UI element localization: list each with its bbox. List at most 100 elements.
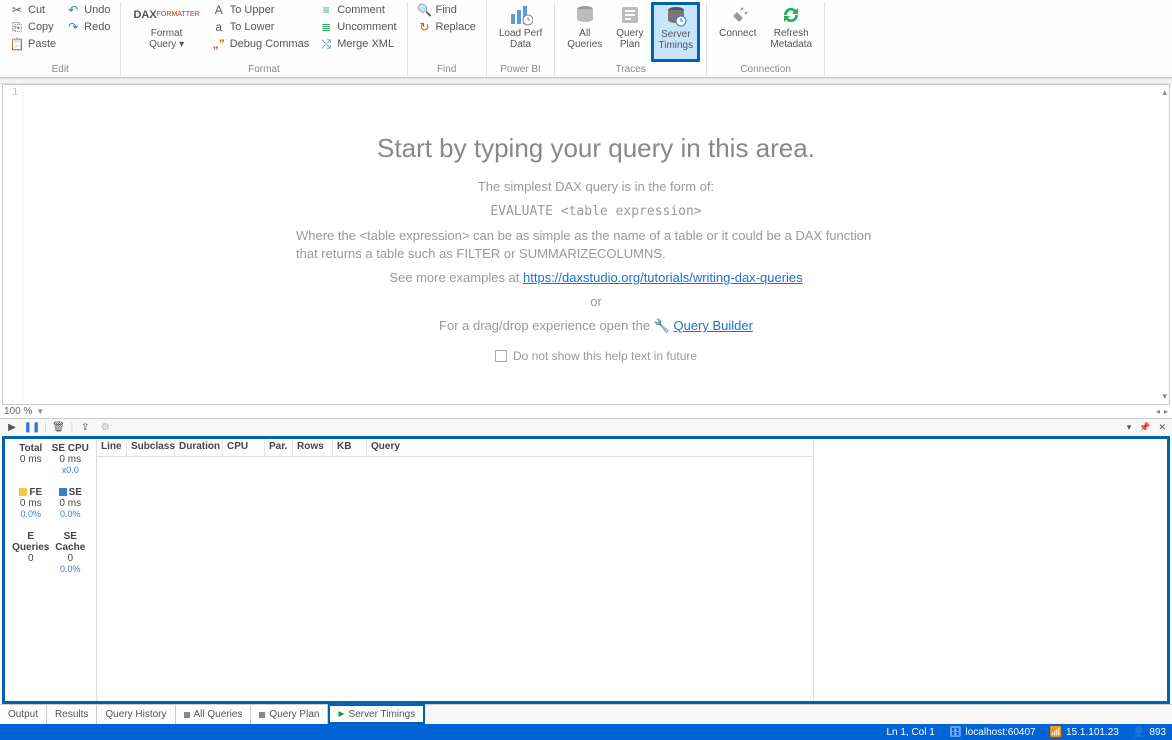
pause-indicator-icon [259,712,265,718]
group-label: Find [414,62,480,75]
tab-results[interactable]: Results [47,705,97,724]
query-editor[interactable]: ▴ Start by typing your query in this are… [23,85,1169,404]
refresh-icon [780,4,802,26]
replace-button[interactable]: ↻Replace [414,19,480,36]
fe-swatch [19,488,27,496]
zoom-bar: 100 % ▼ ◂ ▸ [0,405,1172,418]
tutorial-link[interactable]: https://daxstudio.org/tutorials/writing-… [523,270,803,285]
col-line[interactable]: Line [97,439,127,456]
cut-button[interactable]: ✂Cut [6,2,60,19]
panel-dropdown-icon[interactable]: ▾ [1125,422,1134,433]
ribbon-group-connection: Connect RefreshMetadata Connection [707,2,825,77]
metric-se: SE 0 ms 0.0% [51,487,91,519]
metric-fe: FE 0 ms 0.0% [11,487,51,519]
comment-button[interactable]: ≡Comment [315,2,400,19]
load-perf-data-button[interactable]: Load PerfData [493,2,548,62]
copy-icon: ⎘ [10,21,24,35]
find-icon: 🔍 [418,4,432,18]
ribbon-group-traces: AllQueries QueryPlan ServerTimings Trace… [555,2,707,77]
ribbon-group-find: 🔍Find ↻Replace Find [408,2,487,77]
col-kb[interactable]: KB [333,439,367,456]
copy-button[interactable]: ⎘Copy [6,19,60,36]
group-label: Edit [6,62,114,75]
undo-icon: ↶ [66,4,80,18]
tab-query-plan[interactable]: Query Plan [251,705,328,724]
app-root: ✂Cut ⎘Copy 📋Paste ↶Undo ↷Redo Edit DAXFO… [0,0,1172,740]
detail-pane [814,439,1167,701]
h-scroll-right[interactable]: ▸ [1164,407,1168,416]
scroll-up-arrow[interactable]: ▴ [1162,87,1167,98]
letter-a-lower-icon: a [212,21,226,35]
col-par[interactable]: Par. [265,439,293,456]
pause-indicator-icon [184,712,190,718]
status-cursor-position: Ln 1, Col 1 [886,727,934,738]
col-subclass[interactable]: Subclass [127,439,175,456]
refresh-metadata-button[interactable]: RefreshMetadata [764,2,818,62]
server-timings-panel: Total 0 ms SE CPU 0 ms x0.0 FE 0 ms 0.0%… [2,436,1170,704]
zoom-dropdown-arrow[interactable]: ▼ [36,407,44,416]
paste-button[interactable]: 📋Paste [6,36,60,53]
col-cpu[interactable]: CPU [223,439,265,456]
editor-placeholder: Start by typing your query in this area.… [296,125,896,404]
scroll-down-arrow[interactable]: ▾ [1162,391,1167,402]
comment-icon: ≡ [319,4,333,18]
clock-chart-icon [509,4,533,26]
database-icon: 🗄 [949,727,962,738]
tab-all-queries[interactable]: All Queries [176,705,252,724]
panel-toolbar: ▶ ❚❚ | 🗑 | ⇪ ⚙ ▾ 📌 ✕ [0,418,1172,436]
to-upper-button[interactable]: ATo Upper [208,2,313,19]
hide-help-checkbox[interactable] [495,350,507,362]
panel-pin-icon[interactable]: 📌 [1137,422,1152,433]
query-builder-link[interactable]: Query Builder [673,318,752,333]
col-rows[interactable]: Rows [293,439,333,456]
col-duration[interactable]: Duration [175,439,223,456]
metric-e-queries: E Queries 0 [11,531,51,574]
find-button[interactable]: 🔍Find [414,2,480,19]
tab-server-timings[interactable]: Server Timings [328,704,425,724]
server-timings-button[interactable]: ServerTimings [651,2,700,62]
placeholder-line-1: The simplest DAX query is in the form of… [296,178,896,196]
grid-body[interactable] [97,457,814,701]
panel-close-icon[interactable]: ✕ [1156,422,1168,433]
undo-button[interactable]: ↶Undo [62,2,114,19]
panel-filter-icon[interactable]: ⚙ [97,421,113,435]
replace-icon: ↻ [418,21,432,35]
col-query[interactable]: Query [367,439,814,456]
uncomment-button[interactable]: ≣Uncomment [315,19,400,36]
placeholder-code: EVALUATE <table expression> [490,204,701,219]
zoom-level[interactable]: 100 % [4,406,32,417]
hide-help-label: Do not show this help text in future [513,349,697,363]
panel-export-icon[interactable]: ⇪ [77,421,93,435]
metric-se-cpu: SE CPU 0 ms x0.0 [51,443,91,475]
scissors-icon: ✂ [10,4,24,18]
metrics-sidebar: Total 0 ms SE CPU 0 ms x0.0 FE 0 ms 0.0%… [5,439,97,701]
merge-xml-button[interactable]: ⤭Merge XML [315,36,400,53]
debug-commas-button[interactable]: „”Debug Commas [208,36,313,53]
all-queries-button[interactable]: AllQueries [561,2,608,62]
tab-output[interactable]: Output [0,705,47,724]
line-gutter: 1 [3,85,23,404]
tab-query-history[interactable]: Query History [97,705,175,724]
panel-trash-icon[interactable]: 🗑 [51,421,67,435]
redo-button[interactable]: ↷Redo [62,19,114,36]
status-version: 📶15.1.101.23 [1050,727,1119,738]
query-plan-button[interactable]: QueryPlan [610,2,649,62]
ribbon-group-edit: ✂Cut ⎘Copy 📋Paste ↶Undo ↷Redo Edit [0,2,121,77]
format-query-button[interactable]: DAXFORMATTER FormatQuery ▾ [127,2,205,62]
play-indicator-icon [338,711,344,717]
h-scroll-left[interactable]: ◂ [1156,407,1160,416]
to-lower-button[interactable]: aTo Lower [208,19,313,36]
placeholder-line-4: For a drag/drop experience open the 🔧 Qu… [296,317,896,335]
signal-icon: 📶 [1050,727,1062,738]
panel-pause-icon[interactable]: ❚❚ [24,421,40,435]
commas-icon: „” [212,38,226,52]
plug-icon [727,4,749,26]
letter-a-icon: A [212,4,226,18]
query-plan-icon [619,4,641,26]
panel-start-icon[interactable]: ▶ [4,421,20,435]
connect-button[interactable]: Connect [713,2,762,62]
group-label: Connection [713,62,818,75]
wrench-icon: 🔧 [654,318,670,333]
ribbon-group-format: DAXFORMATTER FormatQuery ▾ ATo Upper aTo… [121,2,407,77]
status-rowcount: 👤893 [1133,727,1166,738]
